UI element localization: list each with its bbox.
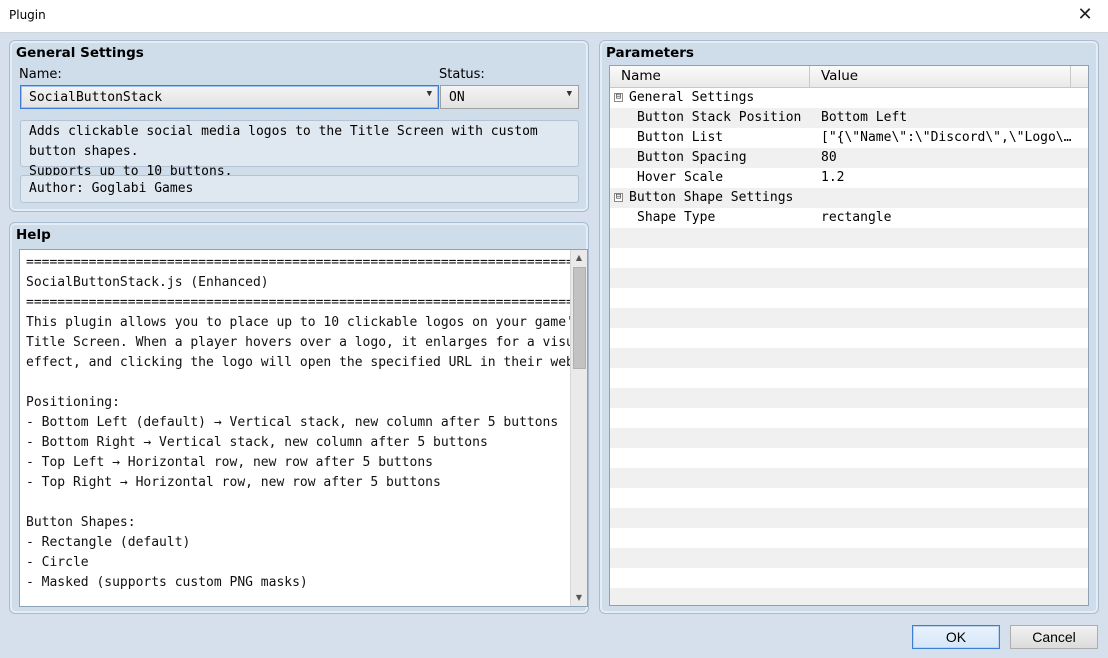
parameters-grid: Name Value ⊟ General Settings Button Stack… (609, 65, 1089, 606)
parameter-name: Button Stack Position (637, 110, 802, 125)
group-row[interactable]: ⊟ General Settings (610, 88, 1088, 108)
title-bar: Plugin ✕ (0, 0, 1108, 33)
parameter-row[interactable]: Shape Type rectangle (610, 208, 1088, 228)
description-line: Adds clickable social media logos to the… (29, 124, 538, 159)
parameter-row[interactable]: Button Stack Position Bottom Left (610, 108, 1088, 128)
parameters-panel: Parameters Name Value ⊟ General Settings B… (599, 40, 1099, 614)
group-label: General Settings (629, 90, 755, 105)
empty-row (610, 528, 1088, 548)
general-settings-panel: General Settings Name: SocialButtonStack… (9, 40, 589, 212)
parameter-row[interactable]: Hover Scale 1.2 (610, 168, 1088, 188)
help-scrollbar[interactable]: ▲ ▼ (570, 250, 587, 606)
parameter-value: rectangle (821, 210, 892, 225)
empty-row (610, 308, 1088, 328)
plugin-description: Adds clickable social media logos to the… (20, 120, 579, 179)
empty-row (610, 228, 1088, 248)
parameter-row[interactable]: Button Spacing 80 (610, 148, 1088, 168)
empty-row (610, 248, 1088, 268)
plugin-name-value: SocialButtonStack (29, 90, 163, 105)
empty-row (610, 508, 1088, 528)
column-value-label: Value (821, 68, 859, 84)
parameter-value: ["{\"Name\":\"Discord\",\"Logo\":\… (821, 130, 1073, 145)
help-text-area[interactable]: ========================================… (19, 249, 588, 607)
parameter-value: Bottom Left (821, 110, 908, 125)
scroll-up-icon[interactable]: ▲ (571, 250, 587, 266)
cancel-button[interactable]: Cancel (1010, 625, 1098, 649)
status-label: Status: (439, 67, 485, 82)
plugin-author: Author: Goglabi Games (20, 175, 579, 203)
empty-row (610, 288, 1088, 308)
scroll-down-icon[interactable]: ▼ (571, 590, 587, 606)
empty-row (610, 588, 1088, 605)
group-row[interactable]: ⊟ Button Shape Settings (610, 188, 1088, 208)
help-title: Help (16, 227, 51, 243)
empty-row (610, 328, 1088, 348)
empty-row (610, 468, 1088, 488)
grid-header: Name Value (610, 66, 1088, 88)
parameter-name: Hover Scale (637, 170, 724, 185)
status-value: ON (449, 90, 465, 105)
chevron-down-icon: ▼ (426, 89, 432, 99)
parameter-name: Button List (637, 130, 724, 145)
empty-row (610, 388, 1088, 408)
help-panel: Help ===================================… (9, 222, 589, 614)
parameter-value: 1.2 (821, 170, 845, 185)
chevron-down-icon: ▼ (566, 89, 572, 99)
empty-row (610, 368, 1088, 388)
scrollbar-thumb[interactable] (573, 267, 586, 369)
plugin-name-select[interactable]: SocialButtonStack ▼ (20, 85, 439, 109)
empty-row (610, 448, 1088, 468)
parameter-name: Shape Type (637, 210, 716, 225)
empty-row (610, 548, 1088, 568)
empty-row (610, 348, 1088, 368)
name-label: Name: (19, 67, 62, 82)
empty-row (610, 268, 1088, 288)
empty-row (610, 568, 1088, 588)
column-header-value[interactable]: Value (810, 66, 1071, 87)
status-select[interactable]: ON ▼ (440, 85, 579, 109)
empty-row (610, 428, 1088, 448)
collapse-icon[interactable]: ⊟ (614, 193, 623, 202)
parameters-title: Parameters (606, 45, 694, 61)
general-settings-title: General Settings (16, 45, 144, 61)
column-header-name[interactable]: Name (610, 66, 810, 87)
empty-row (610, 408, 1088, 428)
author-text: Author: Goglabi Games (29, 181, 194, 196)
close-icon[interactable]: ✕ (1062, 0, 1108, 32)
group-label: Button Shape Settings (629, 190, 794, 205)
parameter-row[interactable]: Button List ["{\"Name\":\"Discord\",\"Log… (610, 128, 1088, 148)
help-text: ========================================… (26, 255, 588, 590)
empty-row (610, 488, 1088, 508)
column-name-label: Name (621, 68, 661, 84)
parameter-value: 80 (821, 150, 837, 165)
ok-button[interactable]: OK (912, 625, 1000, 649)
collapse-icon[interactable]: ⊟ (614, 93, 623, 102)
parameter-name: Button Spacing (637, 150, 747, 165)
window-title: Plugin (9, 8, 46, 22)
